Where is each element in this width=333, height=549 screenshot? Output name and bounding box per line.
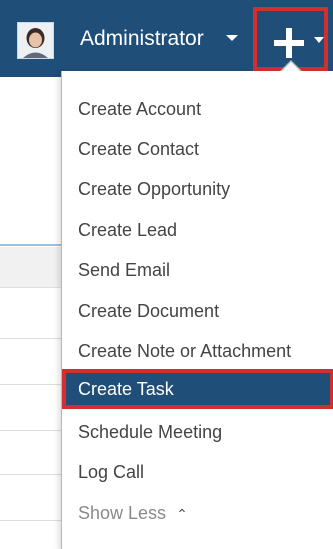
quick-create-chevron-down-icon[interactable] [314, 37, 324, 43]
menu-item-send-email[interactable]: Send Email [62, 250, 333, 290]
background-table-header [0, 247, 66, 288]
menu-item-create-account[interactable]: Create Account [62, 89, 333, 129]
quick-create-dropdown-menu: Create Account Create Contact Create Opp… [61, 71, 333, 549]
avatar-image [18, 23, 53, 58]
menu-item-log-call[interactable]: Log Call [62, 452, 333, 492]
user-avatar[interactable] [17, 22, 54, 59]
background-row-divider [0, 520, 66, 521]
background-row-divider [0, 430, 66, 431]
background-row-divider [0, 338, 66, 339]
menu-item-create-contact[interactable]: Create Contact [62, 129, 333, 169]
user-menu-label[interactable]: Administrator [80, 26, 204, 52]
menu-item-create-document[interactable]: Create Document [62, 291, 333, 331]
plus-icon[interactable] [274, 28, 304, 58]
menu-item-schedule-meeting[interactable]: Schedule Meeting [62, 412, 333, 452]
menu-item-create-opportunity[interactable]: Create Opportunity [62, 169, 333, 209]
show-less-label: Show Less [78, 503, 167, 523]
double-chevron-up-icon: ⌃ [176, 506, 188, 522]
menu-item-create-lead[interactable]: Create Lead [62, 210, 333, 250]
background-row-divider [0, 474, 66, 475]
menu-item-create-note-or-attachment[interactable]: Create Note or Attachment [62, 331, 333, 371]
menu-item-show-less[interactable]: Show Less ⌃ [62, 493, 333, 533]
background-divider [0, 244, 66, 246]
background-row-divider [0, 384, 66, 385]
menu-item-create-task[interactable]: Create Task [62, 369, 333, 409]
user-menu-chevron-down-icon[interactable] [226, 35, 238, 41]
